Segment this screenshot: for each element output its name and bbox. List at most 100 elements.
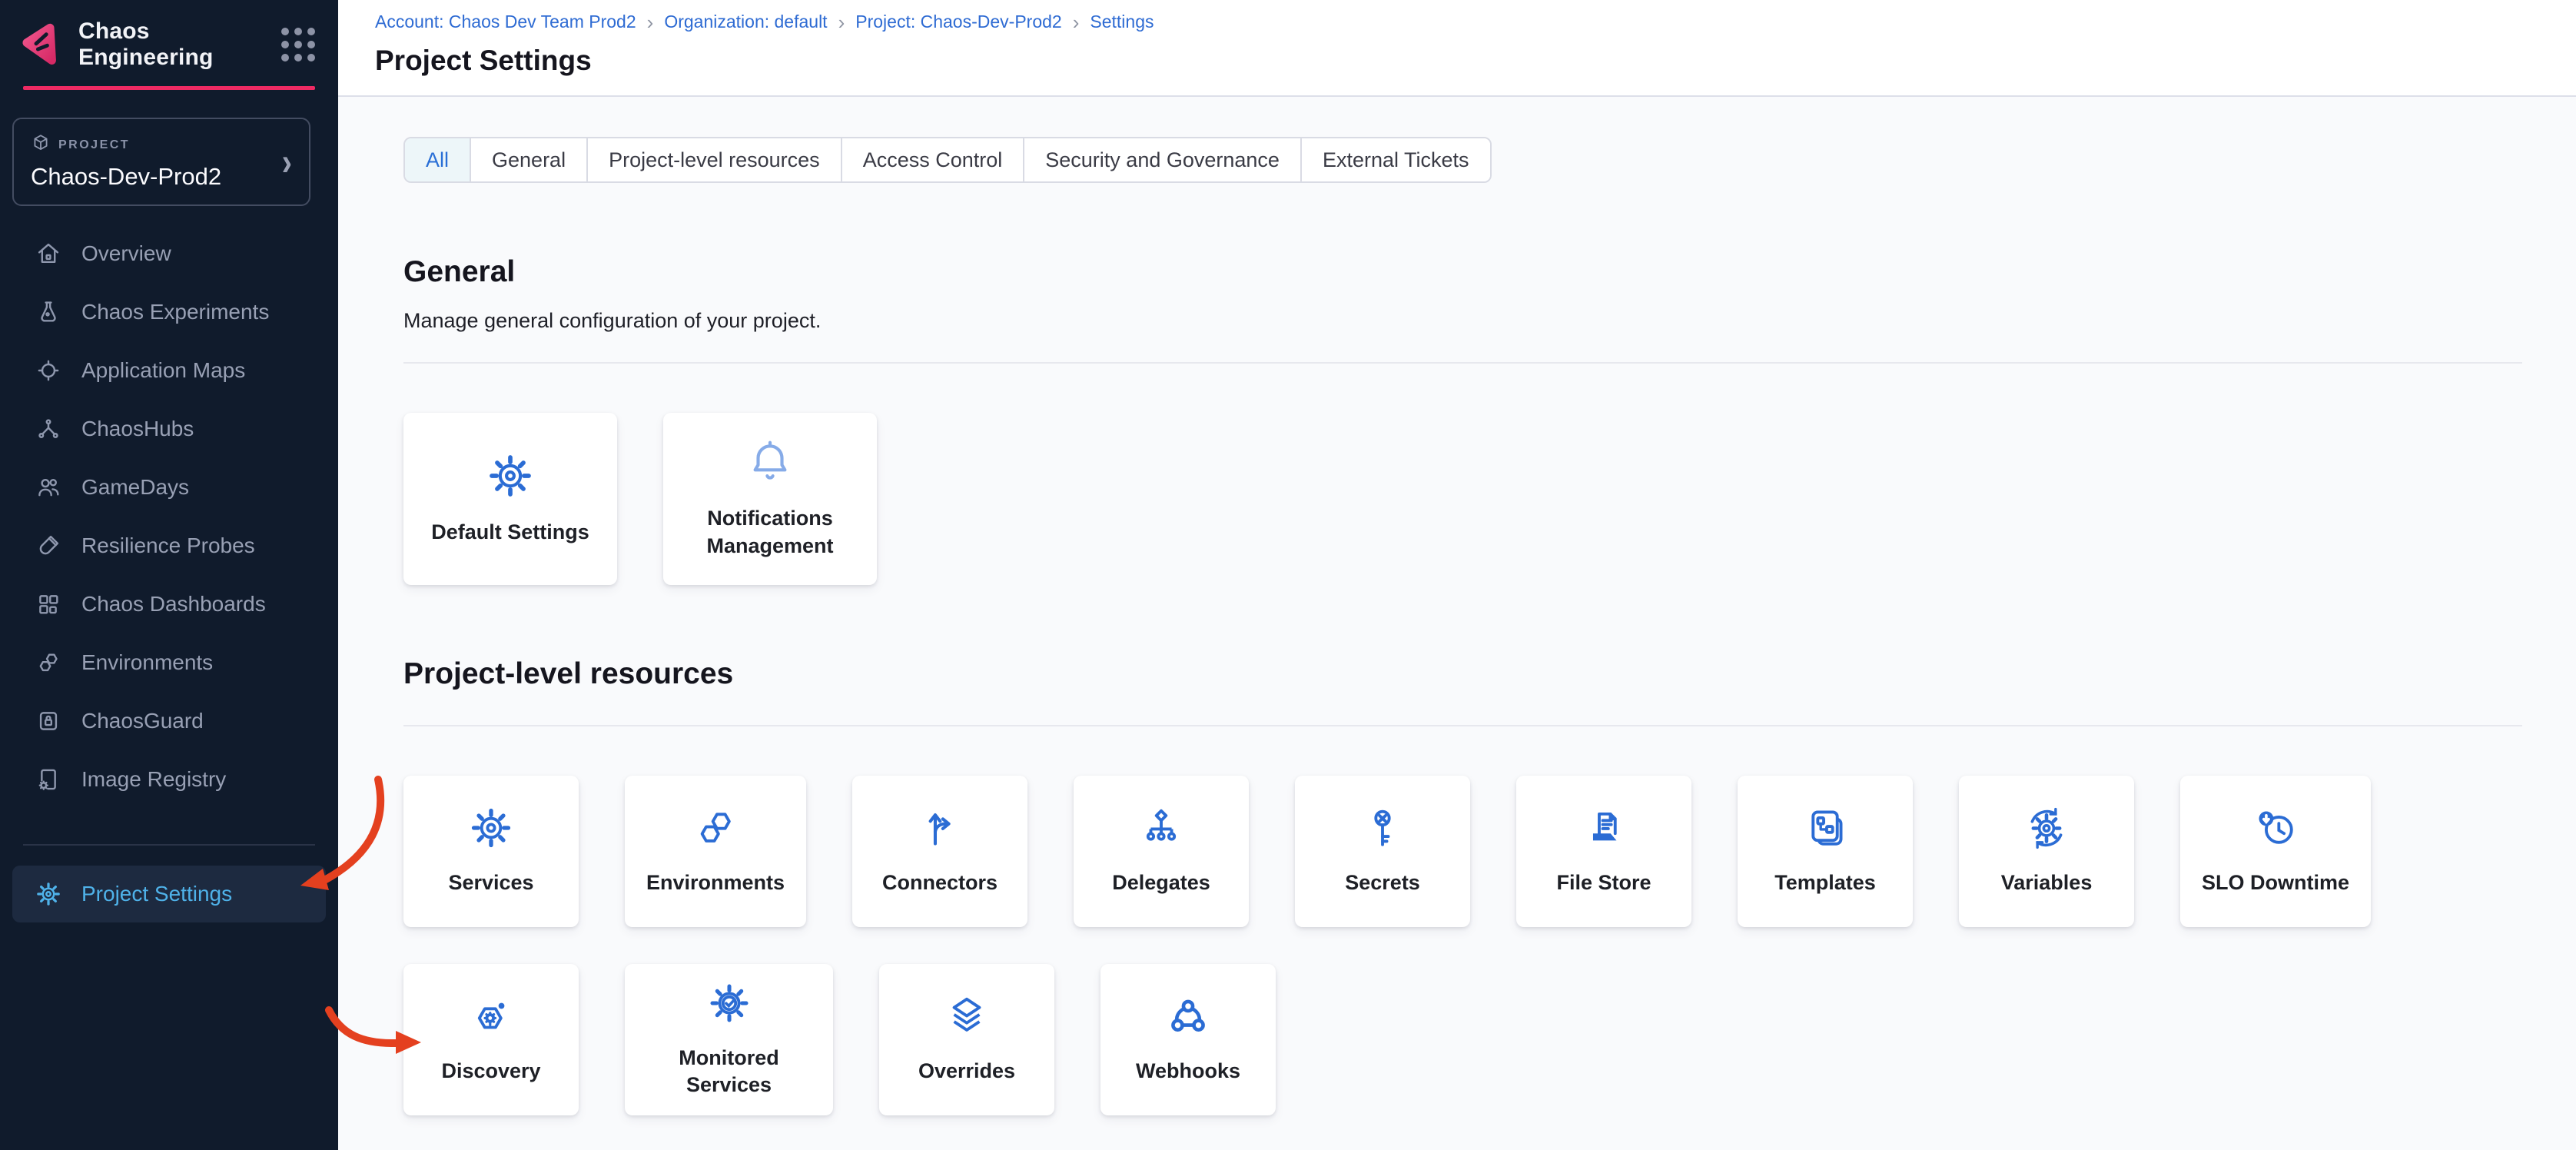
card-overrides[interactable]: Overrides [879, 964, 1054, 1115]
sidebar-item-chaoshubs[interactable]: ChaosHubs [0, 400, 338, 458]
card-label: Variables [2001, 869, 2093, 896]
delegates-org-chart-icon [1139, 806, 1183, 854]
sidebar-item-environments[interactable]: Environments [0, 633, 338, 692]
card-templates[interactable]: Templates [1738, 776, 1913, 927]
sidebar-item-label: Image Registry [81, 767, 226, 792]
card-secrets[interactable]: Secrets [1295, 776, 1470, 927]
sidebar-item-label: Application Maps [81, 358, 245, 383]
discovery-hexagon-gear-icon [469, 994, 513, 1042]
card-webhooks[interactable]: Webhooks [1100, 964, 1276, 1115]
module-header: Chaos Engineering [0, 0, 338, 71]
sidebar-item-label: Resilience Probes [81, 533, 255, 558]
tab-project-level-resources[interactable]: Project-level resources [586, 138, 841, 181]
card-label: Connectors [882, 869, 998, 896]
card-monitored-services[interactable]: Monitored Services [625, 964, 833, 1115]
sidebar: Chaos Engineering PROJECT Chaos-Dev-Prod… [0, 0, 338, 1150]
gear-icon [486, 452, 534, 504]
resources-section-title: Project-level resources [403, 657, 2522, 691]
breadcrumb: Account: Chaos Dev Team Prod2 › Organiza… [375, 11, 2576, 32]
sidebar-item-image-registry[interactable]: Image Registry [0, 750, 338, 809]
card-label: Templates [1774, 869, 1876, 896]
card-notifications-management[interactable]: Notifications Management [663, 413, 877, 585]
card-variables[interactable]: Variables [1959, 776, 2134, 927]
sidebar-item-chaosguard[interactable]: ChaosGuard [0, 692, 338, 750]
sidebar-item-overview[interactable]: Overview [0, 224, 338, 283]
card-label: File Store [1557, 869, 1651, 896]
sidebar-item-project-settings[interactable]: Project Settings [12, 866, 326, 922]
section-divider [403, 362, 2522, 364]
sidebar-item-label: Chaos Experiments [81, 300, 269, 324]
templates-stacked-cards-icon [1803, 806, 1847, 854]
breadcrumb-separator: › [838, 11, 845, 32]
card-label: Delegates [1112, 869, 1210, 896]
sidebar-item-application-maps[interactable]: Application Maps [0, 341, 338, 400]
breadcrumb-account-link[interactable]: Account: Chaos Dev Team Prod2 [375, 12, 636, 32]
tab-access-control[interactable]: Access Control [841, 138, 1024, 181]
card-connectors[interactable]: Connectors [852, 776, 1027, 927]
page-title: Project Settings [375, 45, 2576, 77]
card-label: Environments [646, 869, 785, 896]
card-label: SLO Downtime [2202, 869, 2349, 896]
settings-content: All General Project-level resources Acce… [338, 97, 2576, 1150]
card-label: Secrets [1345, 869, 1420, 896]
breadcrumb-organization-link[interactable]: Organization: default [664, 12, 827, 32]
environments-hexagons-icon [693, 806, 738, 854]
settings-category-tabs: All General Project-level resources Acce… [403, 137, 1492, 183]
tab-all[interactable]: All [405, 138, 470, 181]
monitored-services-gear-check-icon [707, 981, 752, 1029]
card-discovery[interactable]: Discovery [403, 964, 579, 1115]
card-label: Overrides [918, 1058, 1015, 1085]
sidebar-item-label: ChaosGuard [81, 709, 204, 733]
overrides-layers-icon [944, 994, 989, 1042]
bell-icon [746, 438, 794, 490]
breadcrumb-separator: › [1073, 11, 1080, 32]
tab-external-tickets[interactable]: External Tickets [1300, 138, 1490, 181]
sidebar-item-label: Environments [81, 650, 213, 675]
services-gear-icon [469, 806, 513, 854]
chevron-right-icon: › [282, 143, 292, 181]
sidebar-item-label: ChaosHubs [81, 417, 194, 441]
project-name: Chaos-Dev-Prod2 [31, 163, 282, 191]
sidebar-item-label: Overview [81, 241, 171, 266]
sidebar-item-label: GameDays [81, 475, 189, 500]
card-environments[interactable]: Environments [625, 776, 806, 927]
card-label: Discovery [441, 1058, 540, 1085]
breadcrumb-settings-link[interactable]: Settings [1090, 12, 1154, 32]
tab-general[interactable]: General [470, 138, 586, 181]
sidebar-item-label: Project Settings [81, 882, 232, 906]
sidebar-divider [23, 844, 315, 846]
project-selector[interactable]: PROJECT Chaos-Dev-Prod2 › [12, 118, 310, 206]
sidebar-item-chaos-dashboards[interactable]: Chaos Dashboards [0, 575, 338, 633]
sidebar-item-chaos-experiments[interactable]: Chaos Experiments [0, 283, 338, 341]
app-window: Chaos Engineering PROJECT Chaos-Dev-Prod… [0, 0, 2576, 1150]
connectors-branch-arrows-icon [918, 806, 962, 854]
module-accent-rule [23, 86, 315, 90]
card-services[interactable]: Services [403, 776, 579, 927]
module-switcher-grid-icon[interactable] [281, 28, 315, 61]
section-divider [403, 725, 2522, 726]
card-file-store[interactable]: File Store [1516, 776, 1691, 927]
card-label: Default Settings [431, 519, 589, 546]
card-delegates[interactable]: Delegates [1074, 776, 1249, 927]
project-kind-label: PROJECT [58, 138, 130, 152]
webhooks-icon [1166, 994, 1210, 1042]
card-label: Notifications Management [688, 505, 853, 559]
card-default-settings[interactable]: Default Settings [403, 413, 617, 585]
slo-downtime-clock-icon [2253, 806, 2298, 854]
breadcrumb-separator: › [647, 11, 654, 32]
card-label: Monitored Services [646, 1045, 812, 1098]
file-store-shelf-icon [1582, 806, 1626, 854]
chaos-engineering-logo-icon [18, 22, 63, 67]
cube-icon [31, 133, 51, 157]
product-title: Chaos Engineering [78, 18, 266, 71]
card-slo-downtime[interactable]: SLO Downtime [2180, 776, 2371, 927]
resources-cards-row-1: Services Environments [403, 776, 2522, 927]
tab-security-and-governance[interactable]: Security and Governance [1023, 138, 1300, 181]
secrets-key-icon [1360, 806, 1405, 854]
sidebar-item-label: Chaos Dashboards [81, 592, 266, 617]
sidebar-item-gamedays[interactable]: GameDays [0, 458, 338, 517]
breadcrumb-project-link[interactable]: Project: Chaos-Dev-Prod2 [855, 12, 1061, 32]
sidebar-item-resilience-probes[interactable]: Resilience Probes [0, 517, 338, 575]
general-cards-row: Default Settings Notifications Managemen… [403, 413, 2522, 585]
card-label: Services [448, 869, 533, 896]
